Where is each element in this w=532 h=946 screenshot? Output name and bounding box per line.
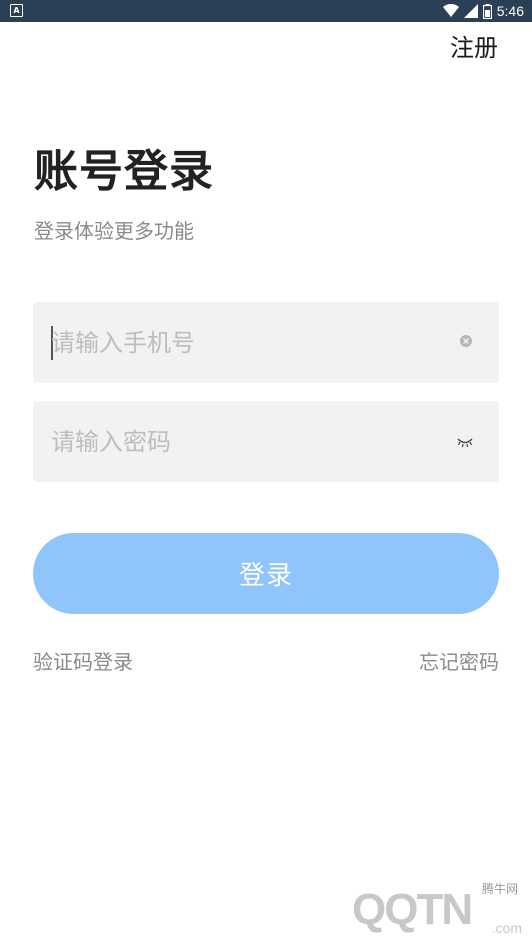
sms-login-link[interactable]: 验证码登录: [33, 646, 133, 675]
watermark-cn: 腾牛网: [481, 882, 518, 896]
wifi-icon: [442, 4, 459, 17]
watermark-logo: QQTN: [352, 885, 473, 934]
battery-icon: [482, 3, 492, 19]
page-title: 账号登录: [34, 146, 214, 197]
forgot-password-link[interactable]: 忘记密码: [419, 646, 499, 675]
phone-input[interactable]: [51, 302, 431, 383]
signal-icon: [463, 4, 478, 18]
clock: 5:46: [496, 3, 524, 19]
password-field[interactable]: [33, 401, 499, 482]
notification-icon: A: [10, 4, 23, 17]
register-button[interactable]: 注册: [450, 28, 498, 63]
clear-icon[interactable]: [459, 334, 473, 348]
page-subtitle: 登录体验更多功能: [34, 219, 194, 243]
login-button[interactable]: 登录: [33, 533, 499, 614]
eye-closed-icon[interactable]: [457, 436, 473, 448]
watermark-domain: .com: [491, 920, 522, 936]
phone-field[interactable]: [33, 302, 499, 383]
watermark: QQTN 腾牛网 .com: [322, 880, 522, 940]
status-bar: A 5:46: [0, 0, 532, 22]
password-input[interactable]: [51, 401, 431, 482]
